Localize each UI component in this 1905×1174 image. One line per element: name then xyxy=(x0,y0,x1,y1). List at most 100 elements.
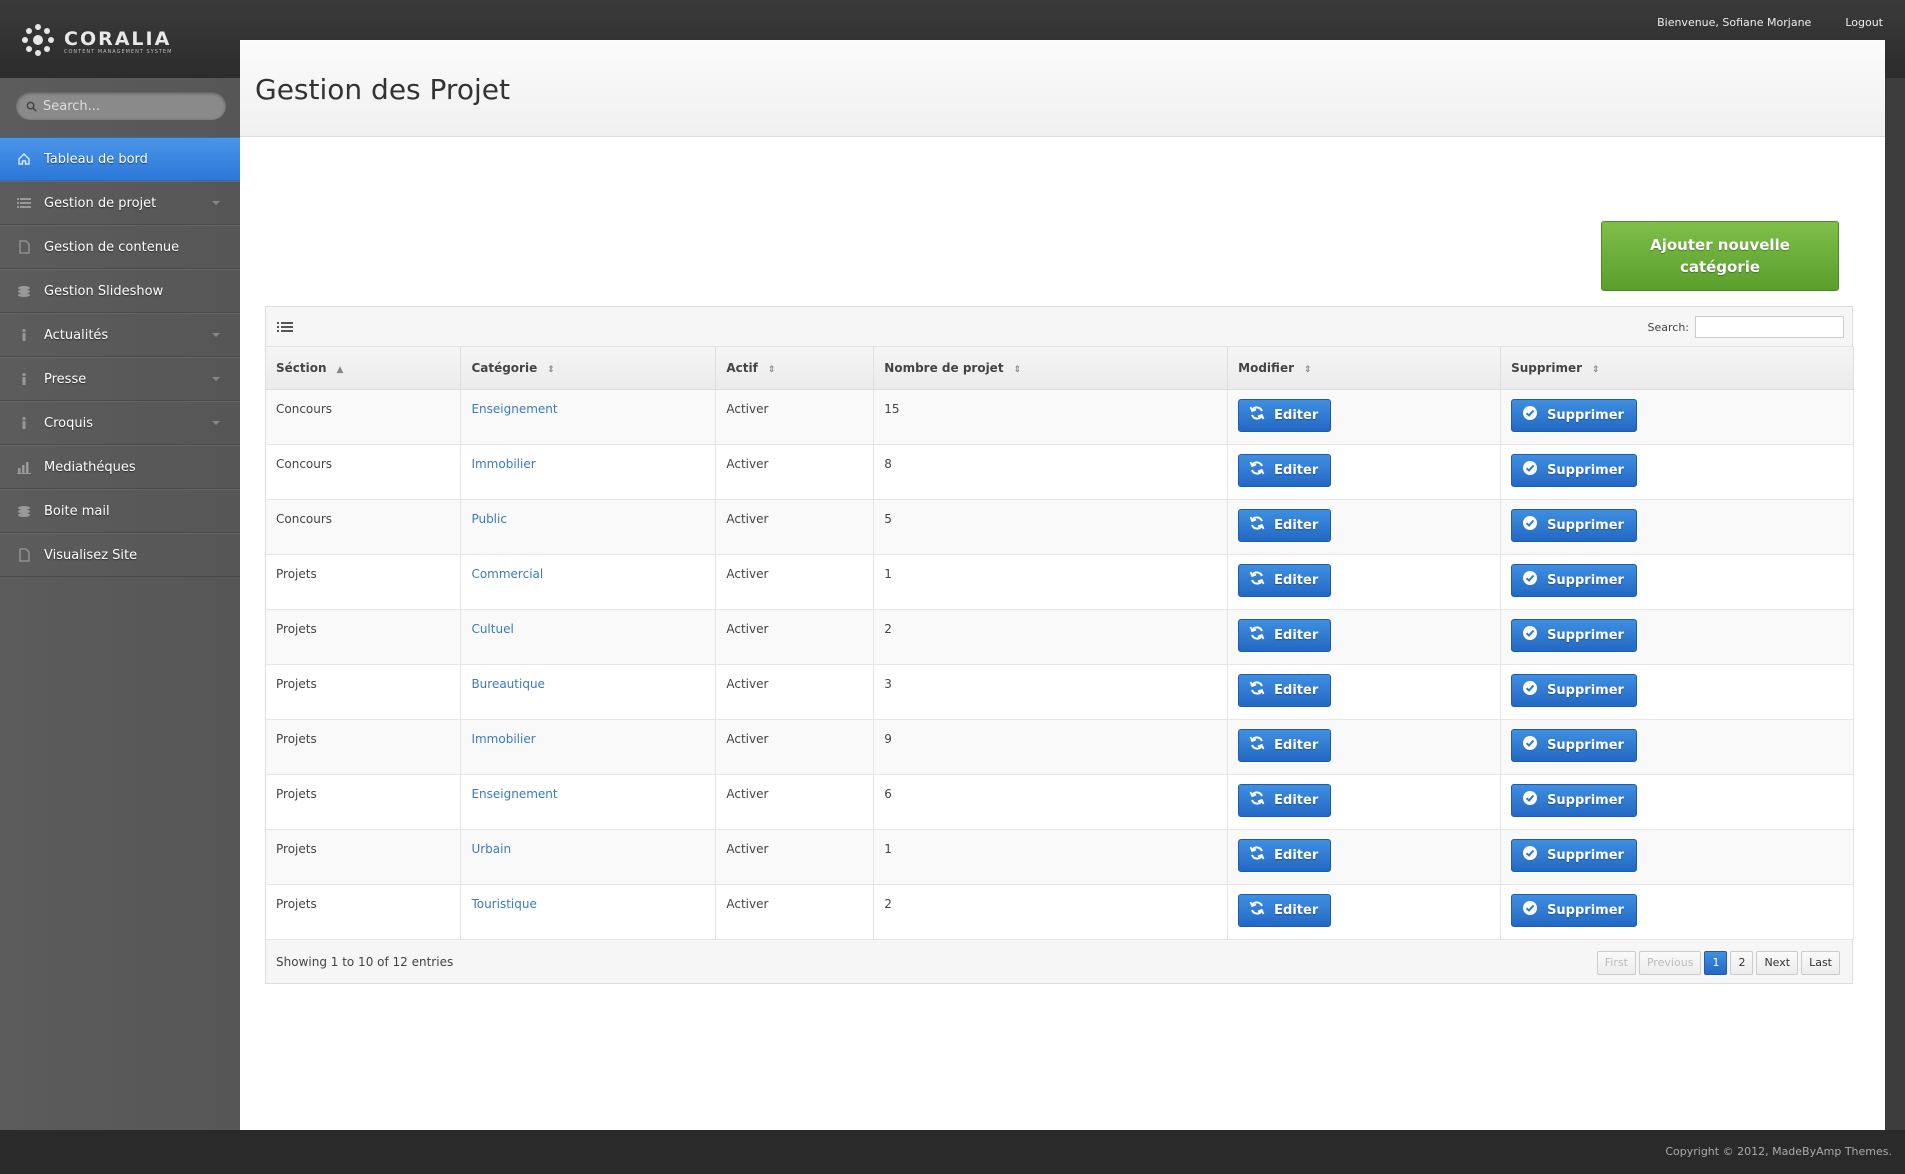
check-circle-icon xyxy=(1522,900,1547,920)
logout-link[interactable]: Logout xyxy=(1845,16,1883,29)
sidebar-item-mediatheques[interactable]: Mediathéques xyxy=(0,445,240,489)
category-link[interactable]: Touristique xyxy=(460,884,717,940)
add-category-button[interactable]: Ajouter nouvelle catégorie xyxy=(1601,221,1839,291)
table-row: Projets Commercial Activer 1 Editer Supprimer xyxy=(266,554,1854,610)
column-header[interactable]: Nombre de projet ⇕ xyxy=(873,347,1229,390)
document-icon xyxy=(16,547,32,563)
column-header[interactable]: Supprimer ⇕ xyxy=(1500,347,1854,390)
edit-button[interactable]: Editer xyxy=(1238,618,1332,652)
delete-button-label: Supprimer xyxy=(1547,737,1624,753)
sidebar-item-boite-mail[interactable]: Boite mail xyxy=(0,489,240,533)
edit-button[interactable]: Editer xyxy=(1238,508,1332,542)
table-info: Showing 1 to 10 of 12 entries xyxy=(276,954,454,969)
column-header[interactable]: Modifier ⇕ xyxy=(1227,347,1502,390)
column-header[interactable]: Séction ▲ xyxy=(266,347,462,390)
edit-button-label: Editer xyxy=(1274,682,1319,698)
column-header-label: Actif xyxy=(726,360,758,375)
pagination: First Previous 1 2 Next Last xyxy=(1596,950,1840,975)
status-cell: Activer xyxy=(715,554,875,610)
sidebar-item-presse[interactable]: Presse xyxy=(0,357,240,401)
delete-button[interactable]: Supprimer xyxy=(1511,508,1637,542)
edit-button[interactable]: Editer xyxy=(1238,398,1332,432)
delete-button[interactable]: Supprimer xyxy=(1511,783,1637,817)
table-search-input[interactable] xyxy=(1695,316,1844,338)
edit-button[interactable]: Editer xyxy=(1238,838,1332,872)
delete-button[interactable]: Supprimer xyxy=(1511,618,1637,652)
pager-page-1[interactable]: 1 xyxy=(1704,950,1728,975)
sort-icon: ⇕ xyxy=(1592,364,1600,375)
category-link[interactable]: Commercial xyxy=(460,554,717,610)
pager-page-2[interactable]: 2 xyxy=(1730,950,1754,975)
edit-button[interactable]: Editer xyxy=(1238,673,1332,707)
delete-button-label: Supprimer xyxy=(1547,682,1624,698)
pager-last[interactable]: Last xyxy=(1801,950,1840,975)
logo-subtitle: CONTENT MANAGEMENT SYSTEM xyxy=(64,49,173,55)
pager-first[interactable]: First xyxy=(1596,950,1636,975)
delete-button[interactable]: Supprimer xyxy=(1511,398,1637,432)
sidebar-item-actualites[interactable]: Actualités xyxy=(0,313,240,357)
sidebar-item-label: Tableau de bord xyxy=(44,151,148,167)
table-row: Projets Urbain Activer 1 Editer Supprimer xyxy=(266,829,1854,885)
category-link[interactable]: Urbain xyxy=(460,829,717,885)
column-header-label: Nombre de projet xyxy=(884,360,1004,375)
status-cell: Activer xyxy=(715,829,875,885)
search-input[interactable] xyxy=(43,98,213,114)
pager-next[interactable]: Next xyxy=(1756,950,1799,975)
category-link[interactable]: Enseignement xyxy=(460,774,717,830)
sidebar-item-gestion-de-contenue[interactable]: Gestion de contenue xyxy=(0,225,240,269)
edit-button[interactable]: Editer xyxy=(1238,893,1332,927)
delete-button[interactable]: Supprimer xyxy=(1511,838,1637,872)
logo[interactable]: CORALIA CONTENT MANAGEMENT SYSTEM xyxy=(20,22,172,62)
delete-button[interactable]: Supprimer xyxy=(1511,563,1637,597)
check-circle-icon xyxy=(1522,625,1547,645)
delete-cell: Supprimer xyxy=(1500,829,1854,885)
status-cell: Activer xyxy=(715,719,875,775)
delete-button[interactable]: Supprimer xyxy=(1511,728,1637,762)
delete-cell: Supprimer xyxy=(1500,609,1854,665)
status-cell: Activer xyxy=(715,884,875,940)
section-cell: Projets xyxy=(266,884,462,940)
sort-icon: ⇕ xyxy=(547,364,555,375)
sidebar-item-visualisez-site[interactable]: Visualisez Site xyxy=(0,533,240,577)
home-icon xyxy=(16,151,32,167)
delete-button[interactable]: Supprimer xyxy=(1511,673,1637,707)
edit-button-label: Editer xyxy=(1274,462,1319,478)
sort-asc-icon: ▲ xyxy=(336,364,344,375)
sidebar-item-label: Boite mail xyxy=(44,503,110,519)
layers-icon xyxy=(16,283,32,299)
column-header[interactable]: Catégorie ⇕ xyxy=(460,347,717,390)
table-row: Projets Immobilier Activer 9 Editer Supprimer xyxy=(266,719,1854,775)
edit-button[interactable]: Editer xyxy=(1238,728,1332,762)
category-link[interactable]: Enseignement xyxy=(460,389,717,445)
sidebar-item-label: Gestion de contenue xyxy=(44,239,180,255)
delete-button[interactable]: Supprimer xyxy=(1511,453,1637,487)
category-link[interactable]: Immobilier xyxy=(460,719,717,775)
sidebar: Tableau de bord Gestion de projet Gestion … xyxy=(0,78,240,1130)
category-link[interactable]: Public xyxy=(460,499,717,555)
project-count-cell: 2 xyxy=(873,609,1229,665)
delete-cell: Supprimer xyxy=(1500,389,1854,445)
category-link[interactable]: Immobilier xyxy=(460,444,717,500)
edit-button[interactable]: Editer xyxy=(1238,453,1332,487)
welcome-text: Bienvenue, Sofiane Morjane xyxy=(1657,16,1812,29)
category-link[interactable]: Cultuel xyxy=(460,609,717,665)
sidebar-item-tableau-de-bord[interactable]: Tableau de bord xyxy=(0,137,240,181)
delete-button[interactable]: Supprimer xyxy=(1511,893,1637,927)
sidebar-item-gestion-slideshow[interactable]: Gestion Slideshow xyxy=(0,269,240,313)
sidebar-nav: Tableau de bord Gestion de projet Gestion … xyxy=(0,137,240,577)
sidebar-search xyxy=(16,92,226,120)
pager-previous[interactable]: Previous xyxy=(1638,950,1702,975)
list-icon xyxy=(277,320,293,334)
status-cell: Activer xyxy=(715,499,875,555)
edit-button[interactable]: Editer xyxy=(1238,563,1332,597)
sidebar-item-gestion-de-projet[interactable]: Gestion de projet xyxy=(0,181,240,225)
column-header[interactable]: Actif ⇕ xyxy=(715,347,875,390)
edit-button-label: Editer xyxy=(1274,627,1319,643)
sidebar-item-croquis[interactable]: Croquis xyxy=(0,401,240,445)
project-count-cell: 8 xyxy=(873,444,1229,500)
refresh-icon xyxy=(1249,625,1274,645)
delete-cell: Supprimer xyxy=(1500,884,1854,940)
edit-button[interactable]: Editer xyxy=(1238,783,1332,817)
refresh-icon xyxy=(1249,405,1274,425)
category-link[interactable]: Bureautique xyxy=(460,664,717,720)
